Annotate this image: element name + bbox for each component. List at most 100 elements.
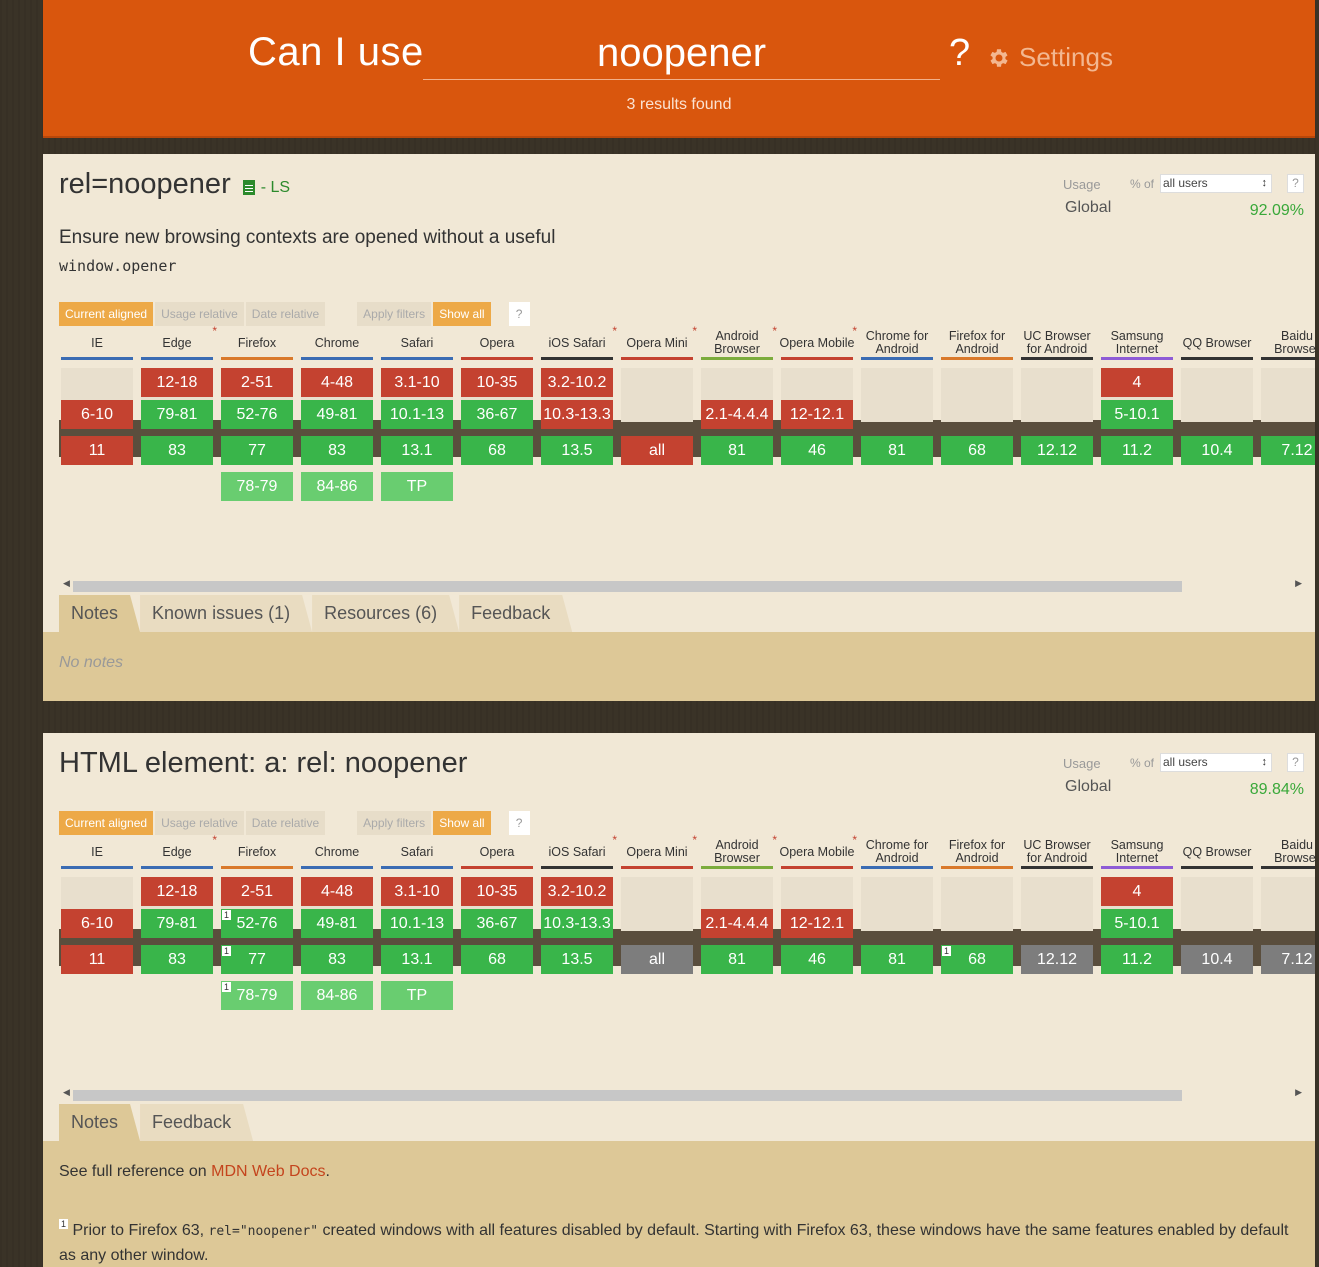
support-cell[interactable]: 6-10 [61,400,133,429]
browser-header[interactable]: Safari [379,328,455,360]
support-cell[interactable]: 11.2 [1101,945,1173,974]
support-cell[interactable]: 10.4 [1181,436,1253,465]
browser-header[interactable]: iOS Safari * [539,325,617,360]
support-cell[interactable]: 49-81 [301,400,373,429]
mdn-link[interactable]: MDN Web Docs [211,1163,325,1180]
tab-notes[interactable]: Notes [59,595,140,632]
browser-header[interactable]: Android Browser * [699,325,777,360]
scrollbar-thumb[interactable] [73,1090,1182,1101]
support-cell[interactable]: 13.1 [381,945,453,974]
support-cell[interactable]: TP [381,981,453,1010]
browser-header[interactable]: Firefox for Android [939,328,1015,360]
support-cell[interactable]: 3.2-10.2 [541,877,613,906]
browser-header[interactable]: Chrome for Android [859,837,935,869]
support-cell[interactable]: TP [381,472,453,501]
browser-header[interactable]: Chrome [299,328,375,360]
support-cell[interactable]: 10-35 [461,368,533,397]
usage-relative-button[interactable]: Usage relative [155,302,244,326]
support-cell[interactable]: 78-79 [221,472,293,501]
support-cell[interactable]: 10.4 [1181,945,1253,974]
browser-header[interactable]: QQ Browser [1179,328,1255,360]
current-aligned-button[interactable]: Current aligned [59,811,154,835]
support-cell[interactable]: 83 [141,945,213,974]
users-select[interactable]: all users [1160,753,1272,772]
support-cell[interactable]: 12-18 [141,877,213,906]
browser-header[interactable]: Opera Mobile * [779,834,857,869]
browser-header[interactable]: iOS Safari * [539,834,617,869]
usage-relative-button[interactable]: Usage relative [155,811,244,835]
browser-header[interactable]: Edge * [139,834,217,869]
show-all-button[interactable]: Show all [433,302,491,326]
browser-header[interactable]: UC Browser for Android [1019,837,1095,869]
usage-help-button[interactable]: ? [1287,753,1304,772]
support-cell[interactable]: 81 [861,945,933,974]
date-relative-button[interactable]: Date relative [245,302,326,326]
support-cell[interactable]: 12-12.1 [781,400,853,429]
browser-header[interactable]: Edge * [139,325,217,360]
tab-feedback[interactable]: Feedback [140,1104,253,1141]
browser-header[interactable]: IE [59,837,135,869]
current-aligned-button[interactable]: Current aligned [59,302,154,326]
support-cell[interactable]: 5-10.1 [1101,909,1173,938]
support-cell[interactable]: 83 [301,945,373,974]
tab-known-issues[interactable]: Known issues (1) [140,595,312,632]
horizontal-scrollbar[interactable]: ◀ ▶ [59,1087,1306,1101]
support-cell[interactable]: 83 [301,436,373,465]
scrollbar-thumb[interactable] [73,581,1182,592]
support-cell[interactable]: 6-10 [61,909,133,938]
support-cell[interactable]: 81 [701,945,773,974]
support-cell[interactable]: 4 [1101,368,1173,397]
support-cell[interactable]: 36-67 [461,400,533,429]
support-cell[interactable]: 84-86 [301,981,373,1010]
browser-header[interactable]: Firefox [219,837,295,869]
support-cell[interactable]: 3.2-10.2 [541,368,613,397]
support-cell[interactable]: 79-81 [141,400,213,429]
show-all-button[interactable]: Show all [433,811,491,835]
support-cell[interactable]: 68 [461,436,533,465]
support-cell[interactable]: all [621,436,693,465]
support-cell[interactable]: 81 [861,436,933,465]
support-cell[interactable]: 7.12 [1261,945,1315,974]
support-cell[interactable]: 2.1-4.4.4 [701,909,773,938]
support-cell[interactable]: 4-48 [301,368,373,397]
controls-help-button[interactable]: ? [508,811,530,835]
support-cell[interactable]: 52-76 1 [221,909,293,938]
document-icon[interactable] [242,180,255,195]
support-cell[interactable]: 10.3-13.3 [541,400,613,429]
support-cell[interactable]: 4 [1101,877,1173,906]
scroll-left-arrow[interactable]: ◀ [63,1087,70,1098]
support-cell[interactable]: 84-86 [301,472,373,501]
browser-header[interactable]: Chrome for Android [859,328,935,360]
browser-header[interactable]: Opera [459,837,535,869]
browser-header[interactable]: Opera [459,328,535,360]
browser-header[interactable]: Baidu Browser [1259,328,1315,360]
support-cell[interactable]: 77 [221,436,293,465]
support-cell[interactable]: 68 [461,945,533,974]
support-cell[interactable]: 2.1-4.4.4 [701,400,773,429]
support-cell[interactable]: 10.1-13 [381,909,453,938]
browser-header[interactable]: Chrome [299,837,375,869]
browser-header[interactable]: Android Browser * [699,834,777,869]
apply-filters-button[interactable]: Apply filters [357,302,432,326]
settings-button[interactable]: Settings [987,42,1113,73]
support-cell[interactable]: 13.5 [541,945,613,974]
users-select[interactable]: all users [1160,174,1272,193]
date-relative-button[interactable]: Date relative [245,811,326,835]
tab-feedback[interactable]: Feedback [459,595,572,632]
browser-header[interactable]: Samsung Internet [1099,328,1175,360]
support-cell[interactable]: 83 [141,436,213,465]
support-cell[interactable]: 46 [781,945,853,974]
browser-header[interactable]: Opera Mobile * [779,325,857,360]
browser-header[interactable]: Opera Mini * [619,325,697,360]
support-cell[interactable]: 77 1 [221,945,293,974]
support-cell[interactable]: 11.2 [1101,436,1173,465]
support-cell[interactable]: 46 [781,436,853,465]
support-cell[interactable]: 13.5 [541,436,613,465]
search-input[interactable] [423,28,940,80]
support-cell[interactable]: 12.12 [1021,436,1093,465]
support-cell[interactable]: 11 [61,436,133,465]
browser-header[interactable]: Samsung Internet [1099,837,1175,869]
support-cell[interactable]: 36-67 [461,909,533,938]
browser-header[interactable]: Baidu Browser [1259,837,1315,869]
support-cell[interactable]: 5-10.1 [1101,400,1173,429]
